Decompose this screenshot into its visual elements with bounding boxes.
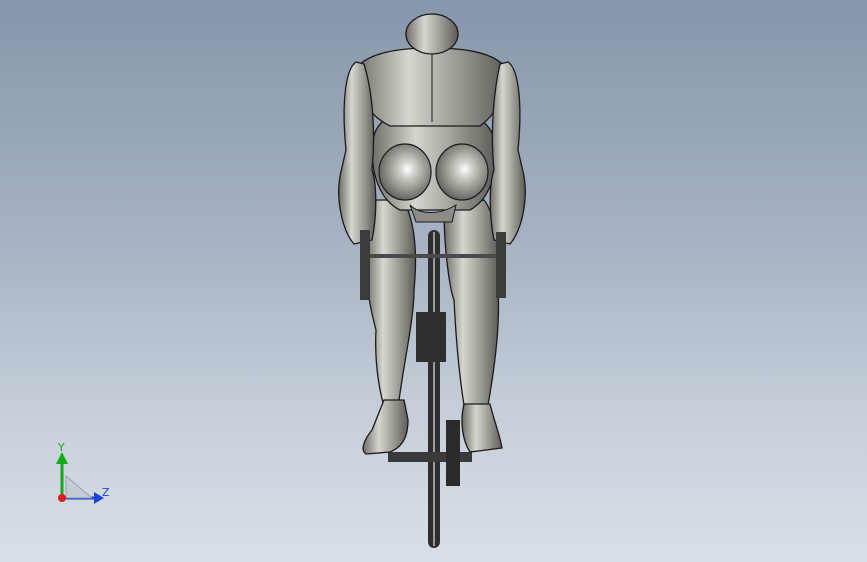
torso bbox=[355, 47, 507, 127]
right-arm bbox=[489, 61, 526, 245]
xy-plane-indicator bbox=[65, 475, 94, 499]
z-axis-label: Z bbox=[102, 486, 110, 499]
x-axis-dot bbox=[58, 494, 66, 502]
head bbox=[405, 13, 459, 55]
rear-wheel bbox=[428, 230, 440, 548]
y-axis-label: Y bbox=[58, 441, 65, 454]
left-arm bbox=[338, 61, 377, 245]
cad-model-cyclist[interactable] bbox=[0, 0, 867, 562]
graphics-viewport[interactable]: Y Z bbox=[0, 0, 867, 562]
